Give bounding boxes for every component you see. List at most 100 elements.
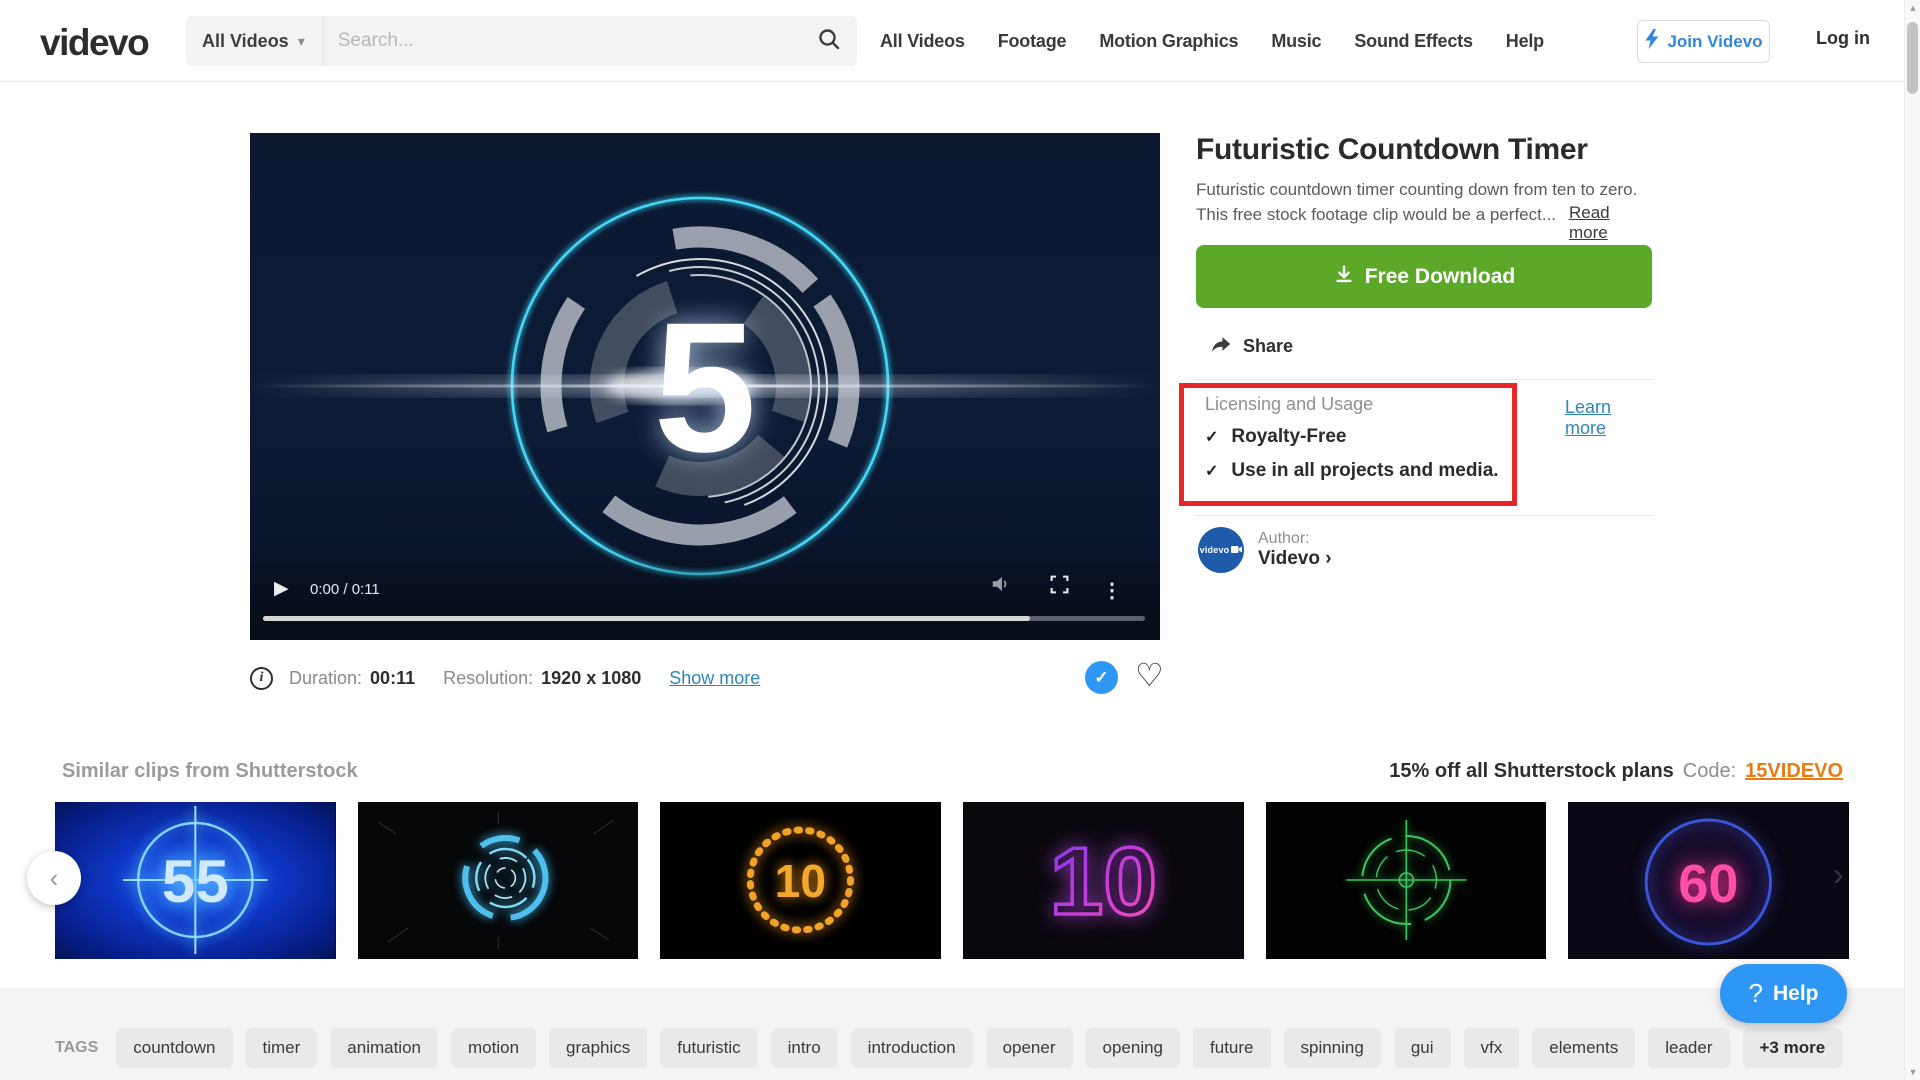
- help-label: Help: [1773, 982, 1819, 1006]
- chevron-down-icon: ▾: [298, 33, 305, 50]
- download-icon: [1333, 264, 1355, 289]
- clip-title: Futuristic Countdown Timer: [1196, 133, 1588, 167]
- tag-countdown[interactable]: countdown: [116, 1028, 232, 1068]
- join-videvo-button[interactable]: Join Videvo: [1637, 20, 1770, 63]
- free-download-label: Free Download: [1365, 265, 1516, 289]
- tag-leader[interactable]: leader: [1648, 1028, 1729, 1068]
- read-more-link[interactable]: Read more: [1569, 203, 1652, 243]
- clip-details-panel: Futuristic Countdown Timer Futuristic co…: [1196, 133, 1652, 653]
- learn-more-link[interactable]: Learn more: [1565, 397, 1652, 439]
- search-button[interactable]: [801, 16, 857, 66]
- help-button[interactable]: ? Help: [1720, 964, 1847, 1023]
- author-label: Author:: [1258, 530, 1332, 548]
- search-icon: [817, 27, 841, 56]
- search-bar: All Videos ▾: [186, 16, 857, 66]
- mute-icon[interactable]: [990, 573, 1012, 600]
- tag-future[interactable]: future: [1193, 1028, 1270, 1068]
- tag-vfx[interactable]: vfx: [1464, 1028, 1520, 1068]
- thumbnail-number: 10: [1050, 828, 1157, 935]
- licensing-item-royalty-free: ✓ Royalty-Free: [1205, 426, 1347, 448]
- clip-description-line2: This free stock footage clip would be a …: [1196, 205, 1556, 225]
- player-controls-overlay: ▶ 0:00 / 0:11 ⋮: [250, 545, 1160, 640]
- tags-row: TAGS countdown timer animation motion gr…: [55, 1028, 1842, 1068]
- search-category-dropdown[interactable]: All Videos ▾: [186, 16, 323, 66]
- player-menu-icon[interactable]: ⋮: [1102, 578, 1122, 603]
- free-download-button[interactable]: Free Download: [1196, 245, 1652, 308]
- author-name-link[interactable]: Videvo ›: [1258, 548, 1332, 570]
- thumbnail-blue-hud-rings[interactable]: [358, 802, 639, 959]
- camera-icon: [1231, 541, 1242, 559]
- thumbnail-neon-gradient-countdown[interactable]: 10: [963, 802, 1244, 959]
- tags-more-button[interactable]: +3 more: [1743, 1028, 1843, 1068]
- tag-gui[interactable]: gui: [1394, 1028, 1451, 1068]
- tag-opening[interactable]: opening: [1086, 1028, 1181, 1068]
- fullscreen-icon[interactable]: [1049, 574, 1070, 600]
- nav-footage[interactable]: Footage: [998, 31, 1067, 52]
- divider: [1196, 379, 1652, 380]
- author-row: videvo Author: Videvo ›: [1198, 527, 1332, 573]
- tag-introduction[interactable]: introduction: [851, 1028, 973, 1068]
- nav-music[interactable]: Music: [1271, 31, 1321, 52]
- lightning-bolt-icon: [1644, 29, 1660, 54]
- clip-description-line1: Futuristic countdown timer counting down…: [1196, 180, 1637, 200]
- page-scrollbar[interactable]: ▲ ▼: [1904, 0, 1920, 1080]
- tag-futuristic[interactable]: futuristic: [660, 1028, 757, 1068]
- tag-motion[interactable]: motion: [451, 1028, 536, 1068]
- scrollbar-down-icon[interactable]: ▼: [1905, 1064, 1920, 1080]
- tag-spinning[interactable]: spinning: [1284, 1028, 1381, 1068]
- videvo-logo[interactable]: videvo: [40, 22, 148, 64]
- tag-intro[interactable]: intro: [771, 1028, 838, 1068]
- progress-fill: [263, 616, 1030, 621]
- share-button[interactable]: Share: [1210, 333, 1293, 360]
- video-meta-row: i Duration: 00:11 Resolution: 1920 x 108…: [250, 658, 1160, 698]
- info-icon[interactable]: i: [250, 667, 273, 690]
- thumbnail-number: 10: [775, 855, 826, 907]
- author-avatar[interactable]: videvo: [1198, 527, 1244, 573]
- tags-label: TAGS: [55, 1039, 98, 1057]
- countdown-number: 5: [654, 285, 757, 491]
- verified-check-icon[interactable]: ✓: [1085, 661, 1118, 694]
- thumbnail-blue-crosshair-countdown[interactable]: 55: [55, 802, 336, 959]
- thumbnail-neon-pink-countdown[interactable]: 60: [1568, 802, 1849, 959]
- divider: [1196, 515, 1652, 516]
- similar-clips-carousel: 55 10: [55, 802, 1849, 959]
- shutterstock-promo: 15% off all Shutterstock plans Code: 15V…: [1389, 760, 1843, 783]
- search-category-label: All Videos: [202, 31, 289, 52]
- video-player[interactable]: 5 ▶ 0:00 / 0:11 ⋮: [250, 133, 1160, 640]
- nav-all-videos[interactable]: All Videos: [880, 31, 965, 52]
- chevron-right-icon: ›: [1325, 548, 1331, 569]
- search-input[interactable]: [324, 16, 801, 66]
- login-link[interactable]: Log in: [1816, 28, 1870, 49]
- share-label: Share: [1243, 336, 1293, 357]
- tag-elements[interactable]: elements: [1532, 1028, 1635, 1068]
- tag-graphics[interactable]: graphics: [549, 1028, 647, 1068]
- author-name: Videvo: [1258, 548, 1320, 569]
- show-more-link[interactable]: Show more: [669, 668, 760, 689]
- progress-bar[interactable]: [263, 616, 1145, 621]
- nav-motion-graphics[interactable]: Motion Graphics: [1099, 31, 1238, 52]
- check-icon: ✓: [1205, 427, 1218, 447]
- tag-opener[interactable]: opener: [986, 1028, 1073, 1068]
- duration-label: Duration:: [289, 668, 362, 689]
- duration-value: 00:11: [370, 668, 415, 689]
- scrollbar-up-icon[interactable]: ▲: [1905, 0, 1920, 16]
- carousel-previous-button[interactable]: ‹: [27, 851, 81, 905]
- scrollbar-thumb[interactable]: [1907, 22, 1918, 94]
- nav-help[interactable]: Help: [1506, 31, 1544, 52]
- tag-timer[interactable]: timer: [246, 1028, 318, 1068]
- thumbnail-green-crosshair-timer[interactable]: [1266, 802, 1547, 959]
- question-mark-icon: ?: [1749, 978, 1763, 1009]
- resolution-label: Resolution:: [443, 668, 533, 689]
- main-navigation: All Videos Footage Motion Graphics Music…: [880, 0, 1544, 82]
- thumbnail-number: 60: [1679, 854, 1739, 914]
- join-videvo-label: Join Videvo: [1667, 32, 1762, 52]
- player-time: 0:00 / 0:11: [310, 581, 380, 598]
- promo-code-link[interactable]: 15VIDEVO: [1745, 760, 1843, 783]
- nav-sound-effects[interactable]: Sound Effects: [1354, 31, 1472, 52]
- play-icon[interactable]: ▶: [274, 577, 289, 600]
- tag-animation[interactable]: animation: [330, 1028, 438, 1068]
- favorite-heart-icon[interactable]: ♡: [1135, 656, 1164, 694]
- thumbnail-orange-dotted-countdown[interactable]: 10: [660, 802, 941, 959]
- licensing-item-label: Royalty-Free: [1231, 426, 1346, 448]
- carousel-next-button[interactable]: ›: [1833, 856, 1844, 893]
